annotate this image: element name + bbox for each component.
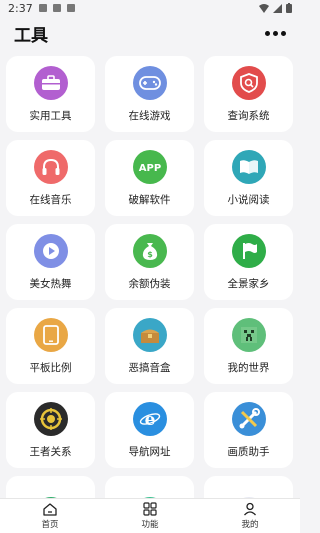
tab-mine[interactable]: 我的: [200, 499, 300, 533]
tool-label: 恶搞音盒: [128, 361, 171, 374]
tool-tile-utility[interactable]: 实用工具: [6, 56, 95, 132]
tool-tile-online-games[interactable]: 在线游戏: [105, 56, 194, 132]
tab-label: 我的: [241, 520, 259, 530]
page-title: 工具: [14, 25, 48, 46]
creeper-icon: [231, 317, 266, 352]
tool-tile-novel-reading[interactable]: 小说阅读: [204, 140, 293, 216]
toolbox-icon: [33, 65, 68, 100]
battery-icon: [286, 3, 292, 13]
tablet-icon: [33, 317, 68, 352]
tool-label: 全景家乡: [227, 277, 270, 290]
more-menu-button[interactable]: [265, 30, 286, 36]
status-bar: 2:37: [0, 0, 300, 16]
tool-tile-query-system[interactable]: 查询系统: [204, 56, 293, 132]
tool-label: 导航网址: [128, 445, 171, 458]
tool-tile-tablet-ratio[interactable]: 平板比例: [6, 308, 95, 384]
tab-features[interactable]: 功能: [100, 499, 200, 533]
wrench-icon: [231, 401, 266, 436]
app-icon: APP: [132, 149, 167, 184]
signal-icon: [273, 3, 282, 13]
tool-tile-partial[interactable]: [204, 476, 293, 498]
tool-tile-dance-videos[interactable]: 美女热舞: [6, 224, 95, 300]
browser-icon: e: [132, 401, 167, 436]
more-dot-icon: [281, 30, 286, 36]
status-time: 2:37: [8, 1, 33, 15]
tool-label: 王者关系: [29, 445, 72, 458]
notification-icon: [38, 4, 47, 12]
svg-text:e: e: [144, 410, 155, 429]
tab-label: 首页: [41, 519, 59, 530]
tool-label: 破解软件: [128, 193, 171, 206]
wifi-icon: [259, 3, 269, 13]
svg-text:APP: APP: [138, 163, 160, 173]
tab-label: 功能: [141, 520, 159, 530]
target-icon: [33, 401, 68, 436]
tool-label: 我的世界: [227, 361, 270, 374]
svg-text:$: $: [147, 250, 153, 259]
tool-label: 在线游戏: [128, 109, 171, 122]
tool-tile-partial[interactable]: [105, 476, 194, 498]
flag-icon: [231, 233, 266, 268]
tool-label: 在线音乐: [29, 193, 72, 206]
tool-tile-minecraft[interactable]: 我的世界: [204, 308, 293, 384]
headphones-icon: [33, 149, 68, 184]
download-icon: [66, 4, 75, 12]
play-icon: [33, 233, 68, 268]
book-icon: [231, 149, 266, 184]
tool-grid: 实用工具 在线游戏 查询系统 在线音乐 APP 破解软件 小说阅读 美女热舞 $…: [6, 56, 294, 498]
tool-label: 实用工具: [29, 109, 72, 122]
money-bag-icon: $: [132, 233, 167, 268]
search-shield-icon: [231, 65, 266, 100]
image-notification-icon: [52, 4, 61, 12]
tool-tile-navigation-sites[interactable]: e 导航网址: [105, 392, 194, 468]
tool-tile-panorama-hometown[interactable]: 全景家乡: [204, 224, 293, 300]
grid-icon: [143, 502, 157, 516]
tool-tile-balance-disguise[interactable]: $ 余额伪装: [105, 224, 194, 300]
more-dot-icon: [265, 30, 270, 36]
app-header: 工具: [0, 16, 300, 50]
tool-tile-king-relations[interactable]: 王者关系: [6, 392, 95, 468]
tool-label: 美女热舞: [29, 277, 72, 290]
home-icon: [43, 502, 57, 516]
tab-home[interactable]: 首页: [0, 499, 100, 533]
tool-tile-partial[interactable]: [6, 476, 95, 498]
tool-label: 画质助手: [227, 445, 270, 458]
tool-label: 小说阅读: [227, 193, 270, 206]
tool-tile-cracked-apps[interactable]: APP 破解软件: [105, 140, 194, 216]
tool-label: 查询系统: [227, 109, 270, 122]
tool-tile-prank-soundbox[interactable]: 恶搞音盒: [105, 308, 194, 384]
tool-label: 余额伪装: [128, 277, 171, 290]
gamepad-icon: [132, 65, 167, 100]
chest-icon: [132, 317, 167, 352]
tool-tile-online-music[interactable]: 在线音乐: [6, 140, 95, 216]
user-icon: [244, 502, 256, 516]
tool-tile-graphics-helper[interactable]: 画质助手: [204, 392, 293, 468]
bottom-tab-bar: 首页 功能 我的: [0, 498, 300, 533]
more-dot-icon: [273, 30, 278, 36]
tool-label: 平板比例: [29, 361, 72, 374]
